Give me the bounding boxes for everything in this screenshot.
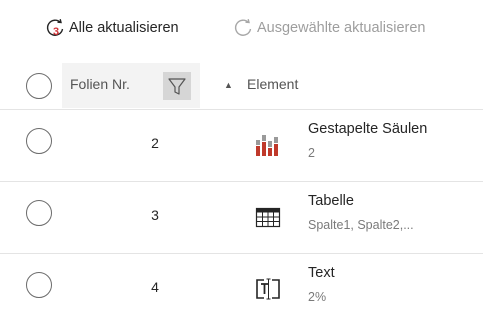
stacked-column-chart-icon bbox=[254, 132, 282, 158]
element-name: Gestapelte Säulen bbox=[308, 121, 428, 137]
refresh-icon bbox=[232, 18, 252, 38]
element-name: Text bbox=[308, 265, 335, 281]
slide-number: 3 bbox=[151, 207, 159, 223]
toolbar: 3 Alle aktualisieren Ausgewählte aktuali… bbox=[0, 0, 483, 56]
table-icon bbox=[254, 204, 282, 230]
row-checkbox[interactable] bbox=[26, 128, 52, 154]
refresh-selected-label: Ausgewählte aktualisieren bbox=[257, 20, 426, 36]
element-name: Tabelle bbox=[308, 193, 354, 209]
slide-number-column-label: Folien Nr. bbox=[70, 76, 130, 92]
refresh-all-label: Alle aktualisieren bbox=[69, 20, 179, 36]
table-header: Folien Nr. ▲ Element bbox=[0, 63, 483, 108]
element-detail: 2 bbox=[308, 146, 315, 160]
filter-button[interactable] bbox=[163, 72, 191, 100]
select-all-checkbox[interactable] bbox=[26, 73, 52, 99]
element-column-label[interactable]: Element bbox=[247, 76, 298, 92]
table-row[interactable]: 2 Gestapelte Säulen 2 bbox=[0, 110, 483, 180]
filter-icon bbox=[168, 78, 186, 95]
refresh-icon: 3 bbox=[44, 18, 64, 38]
element-detail: 2% bbox=[308, 290, 327, 304]
row-checkbox[interactable] bbox=[26, 272, 52, 298]
slide-number: 2 bbox=[151, 135, 159, 151]
table-row[interactable]: 4 Text 2% bbox=[0, 254, 483, 324]
row-checkbox[interactable] bbox=[26, 200, 52, 226]
refresh-selected-button[interactable]: Ausgewählte aktualisieren bbox=[232, 14, 425, 42]
text-box-icon bbox=[254, 276, 282, 302]
table-row[interactable]: 3 Tabelle Spalte1, Spalte2,... bbox=[0, 182, 483, 252]
element-detail: Spalte1, Spalte2,... bbox=[308, 218, 414, 232]
sort-ascending-icon[interactable]: ▲ bbox=[224, 80, 233, 90]
refresh-all-button[interactable]: 3 Alle aktualisieren bbox=[44, 14, 179, 42]
slide-number: 4 bbox=[151, 279, 159, 295]
refresh-count-badge: 3 bbox=[53, 26, 60, 38]
